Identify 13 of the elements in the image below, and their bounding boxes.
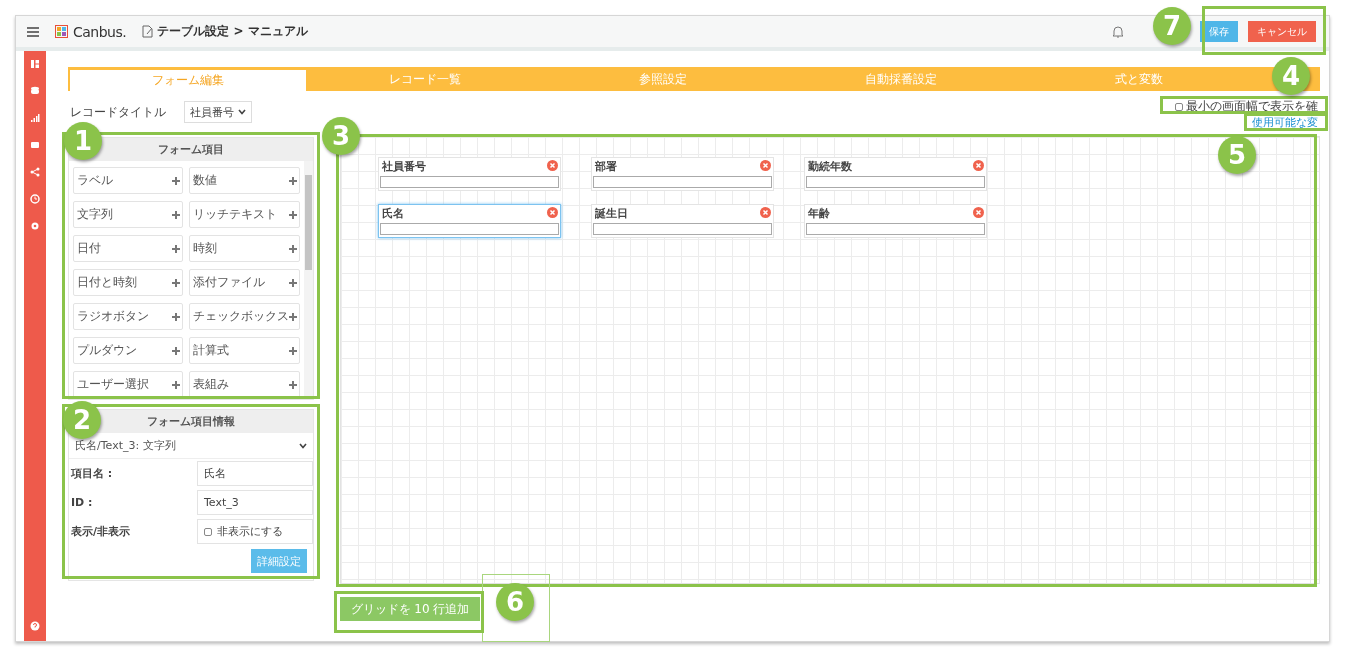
field-label: 部署 — [594, 161, 617, 173]
field-label: 勤続年数 — [807, 161, 852, 173]
record-title-label: レコードタイトル — [70, 103, 166, 121]
field-label: 氏名 — [381, 208, 404, 220]
logo-text: Canbus. — [73, 23, 127, 40]
field-label: 項目名 : — [71, 466, 113, 481]
field-label: 誕生日 — [594, 208, 628, 220]
callout-number: 7 — [1153, 7, 1191, 45]
page-title: テーブル設定 > マニュアル — [157, 23, 308, 40]
field-label: 年齢 — [807, 208, 830, 220]
field-label: 社員番号 — [381, 161, 426, 173]
field-label: ID : — [71, 496, 93, 509]
field-label: 表示/非表示 — [71, 524, 131, 539]
